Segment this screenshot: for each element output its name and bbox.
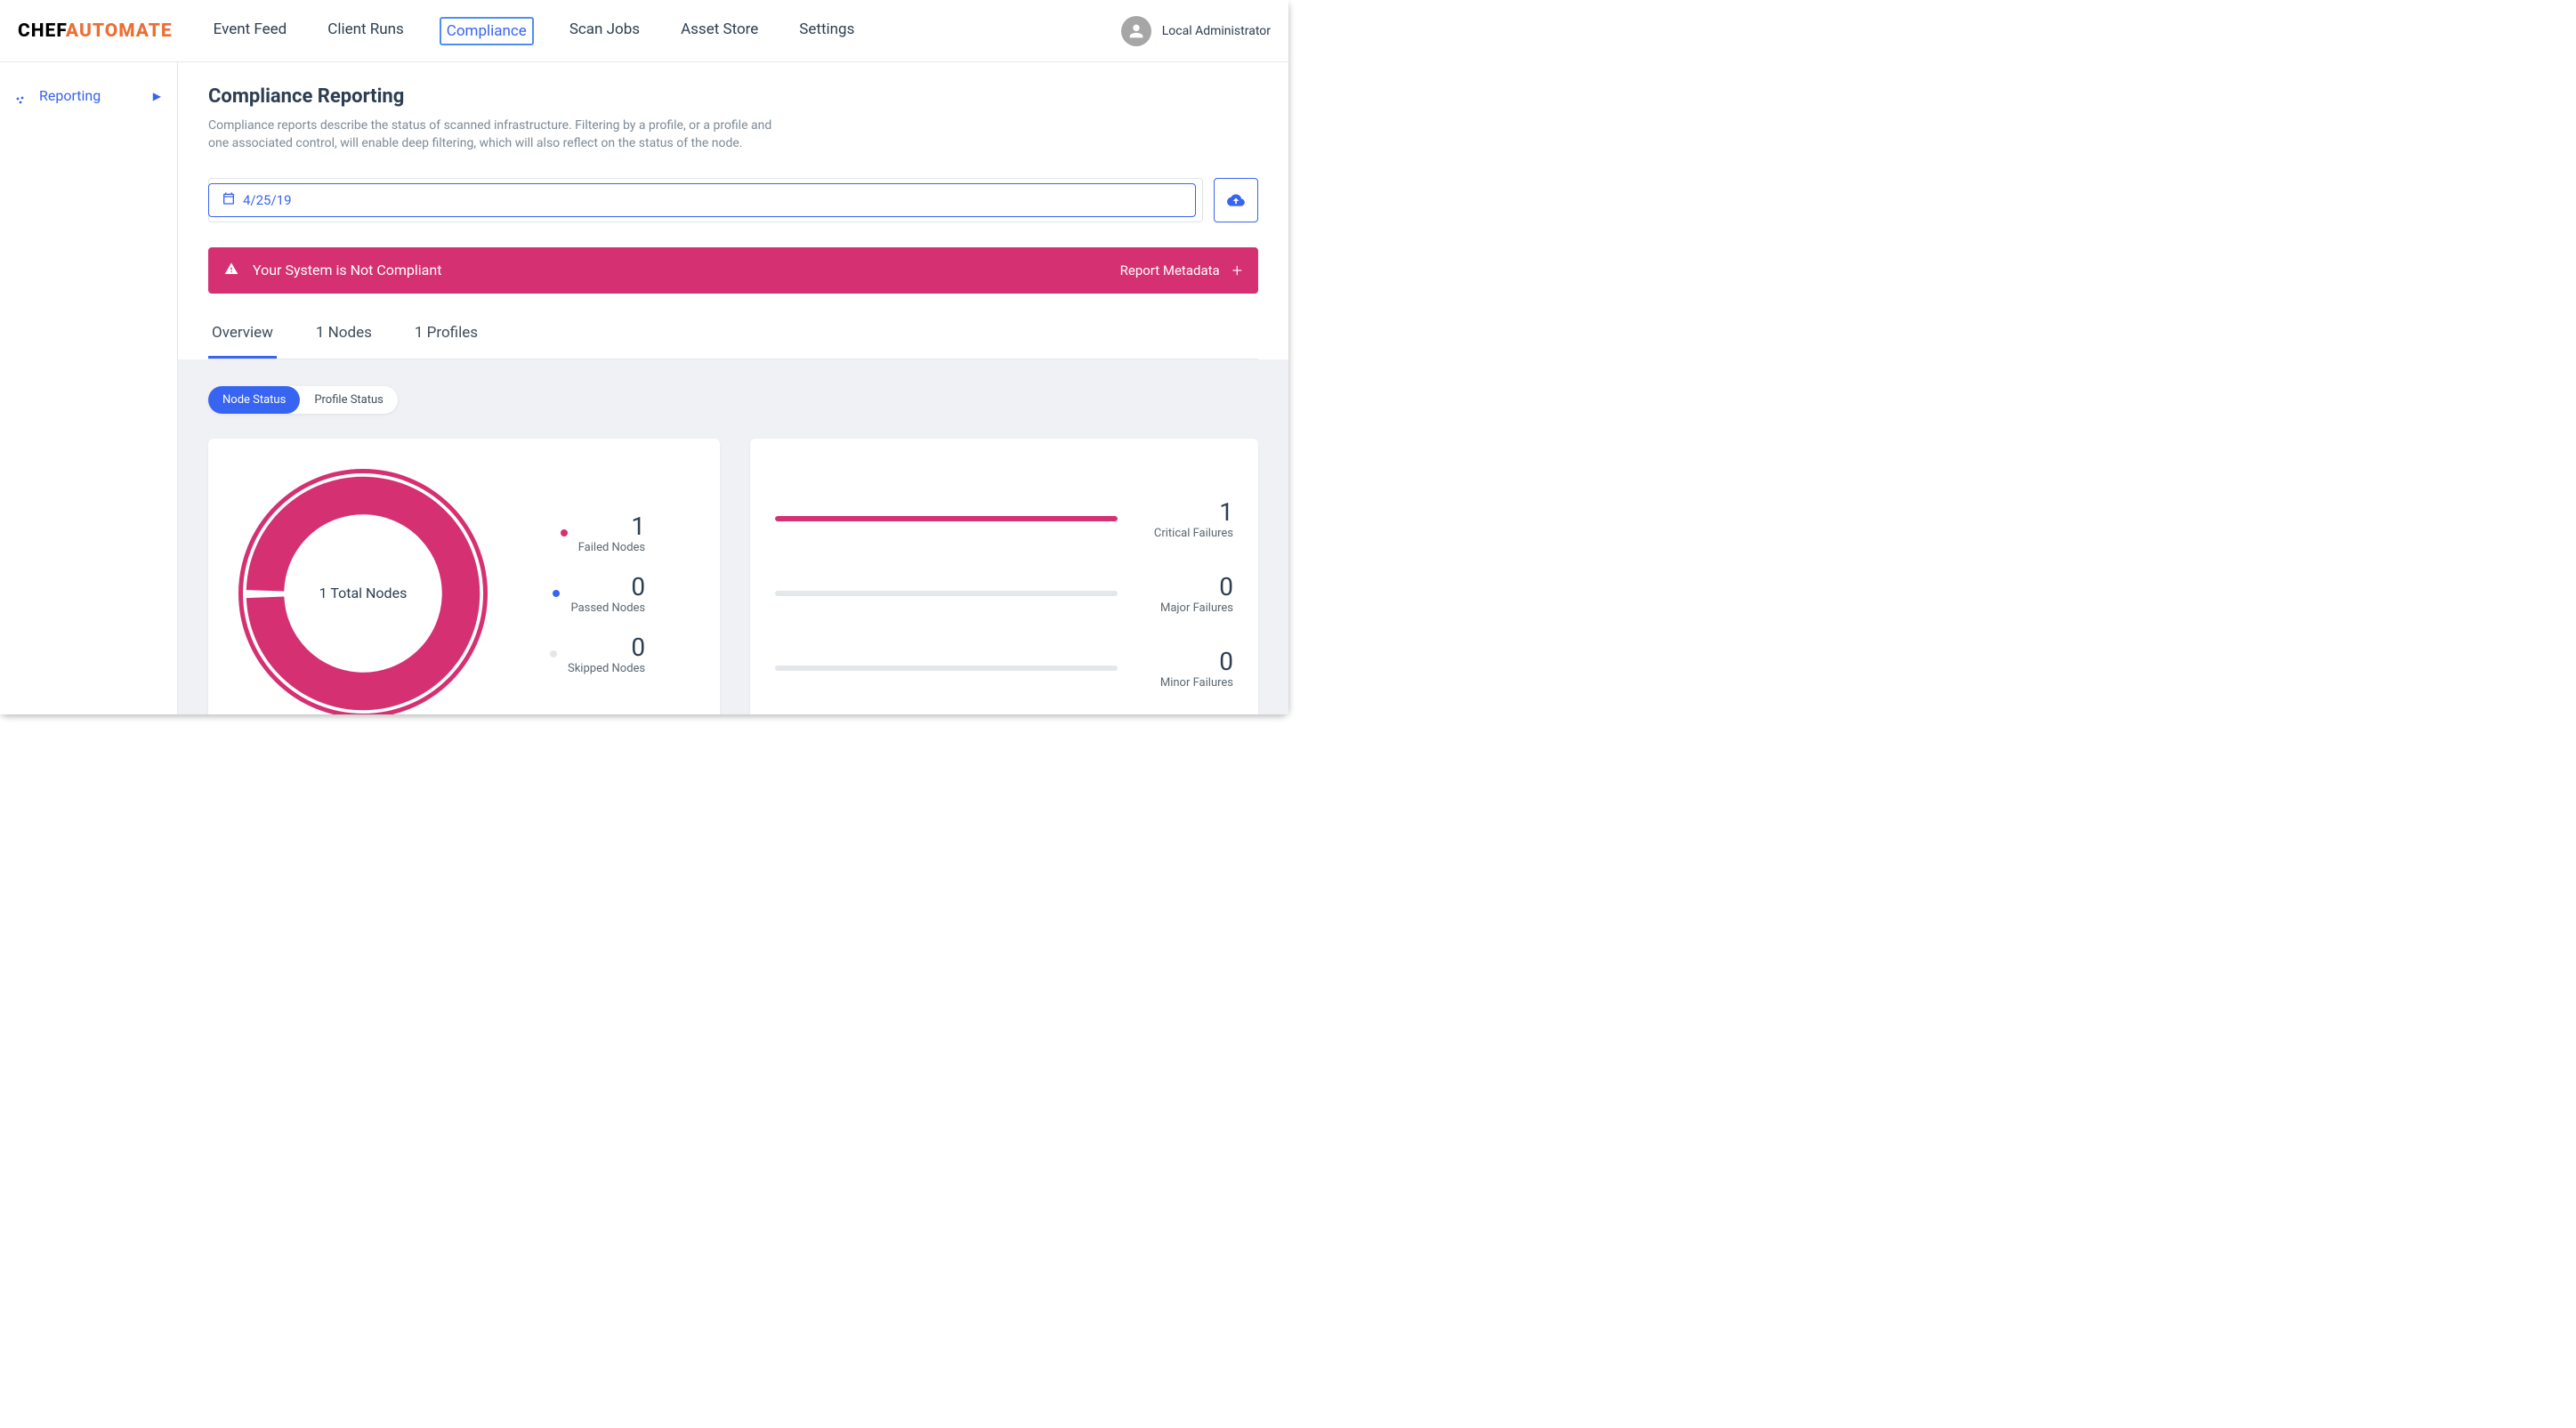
legend-dot-failed (561, 529, 568, 537)
topnav-tabs: Event Feed Client Runs Compliance Scan J… (208, 17, 860, 45)
reporting-icon (16, 92, 25, 101)
tab-overview[interactable]: Overview (208, 320, 277, 359)
nav-asset-store[interactable]: Asset Store (675, 17, 763, 45)
legend-failed: 1 Failed Nodes (561, 512, 645, 554)
warning-icon (224, 262, 238, 279)
nav-compliance[interactable]: Compliance (440, 17, 534, 45)
brand-logo: CHEFAUTOMATE (18, 20, 173, 42)
overview-panel: Node Status Profile Status 1 Total Nodes (178, 359, 1288, 714)
metadata-label: Report Metadata (1120, 262, 1220, 278)
plus-icon: + (1232, 260, 1242, 281)
critical-label: Critical Failures (1135, 527, 1233, 540)
brand-part2: AUTOMATE (66, 20, 173, 42)
node-donut-chart: 1 Total Nodes (230, 460, 497, 714)
nav-event-feed[interactable]: Event Feed (208, 17, 293, 45)
status-toggle: Node Status Profile Status (208, 386, 398, 414)
bar-major: 0 Major Failures (775, 572, 1233, 615)
legend-passed: 0 Passed Nodes (553, 572, 645, 615)
report-metadata-toggle[interactable]: Report Metadata + (1120, 260, 1242, 281)
donut-legend: 1 Failed Nodes 0 Passed Nodes (550, 512, 645, 675)
compliance-alert: Your System is Not Compliant Report Meta… (208, 247, 1258, 294)
legend-dot-skipped (550, 650, 557, 658)
sidebar-item-reporting[interactable]: Reporting ▶ (0, 80, 177, 111)
bar-minor: 0 Minor Failures (775, 647, 1233, 690)
passed-nodes-label: Passed Nodes (570, 601, 645, 615)
cloud-download-icon (1227, 191, 1245, 209)
filter-bar: 4/25/19 (208, 178, 1258, 222)
nav-client-runs[interactable]: Client Runs (322, 17, 409, 45)
bar-track-minor (775, 666, 1118, 671)
pill-profile-status[interactable]: Profile Status (300, 386, 398, 414)
skipped-nodes-label: Skipped Nodes (568, 662, 645, 675)
major-label: Major Failures (1135, 601, 1233, 615)
sidebar-item-label: Reporting (39, 87, 101, 104)
pill-node-status[interactable]: Node Status (208, 386, 300, 414)
user-avatar-icon (1121, 16, 1151, 46)
bar-critical: 1 Critical Failures (775, 497, 1233, 540)
major-count: 0 (1135, 572, 1233, 601)
nav-settings[interactable]: Settings (794, 17, 860, 45)
minor-count: 0 (1135, 647, 1233, 676)
nav-scan-jobs[interactable]: Scan Jobs (564, 17, 645, 45)
main-content: Compliance Reporting Compliance reports … (178, 62, 1288, 714)
failed-nodes-count: 1 (578, 512, 645, 541)
node-status-card: 1 Total Nodes 1 Failed Nodes (208, 439, 720, 714)
calendar-icon (222, 191, 236, 209)
legend-skipped: 0 Skipped Nodes (550, 633, 645, 675)
user-name: Local Administrator (1162, 24, 1271, 38)
page-title: Compliance Reporting (208, 85, 1258, 108)
legend-dot-passed (553, 590, 560, 597)
date-value: 4/25/19 (243, 192, 292, 208)
bar-fill-critical (775, 516, 1118, 521)
alert-message: Your System is Not Compliant (253, 262, 441, 278)
skipped-nodes-count: 0 (568, 633, 645, 662)
chevron-right-icon: ▶ (153, 90, 161, 102)
donut-center-label: 1 Total Nodes (230, 460, 497, 714)
failed-nodes-label: Failed Nodes (578, 541, 645, 554)
download-button[interactable] (1214, 178, 1258, 222)
tab-nodes[interactable]: 1 Nodes (312, 320, 375, 359)
brand-part1: CHEF (18, 20, 66, 42)
critical-count: 1 (1135, 497, 1233, 527)
passed-nodes-count: 0 (570, 572, 645, 601)
bar-track-critical (775, 516, 1118, 521)
user-menu[interactable]: Local Administrator (1121, 16, 1271, 46)
minor-label: Minor Failures (1135, 676, 1233, 690)
sidebar: Reporting ▶ (0, 62, 178, 714)
date-picker-button[interactable]: 4/25/19 (208, 183, 1196, 217)
top-nav: CHEFAUTOMATE Event Feed Client Runs Comp… (0, 0, 1288, 62)
page-description: Compliance reports describe the status o… (208, 117, 778, 153)
bar-track-major (775, 591, 1118, 596)
failures-card: 1 Critical Failures 0 Major Failures (750, 439, 1258, 714)
report-tabs: Overview 1 Nodes 1 Profiles (208, 320, 1258, 359)
tab-profiles[interactable]: 1 Profiles (411, 320, 481, 359)
